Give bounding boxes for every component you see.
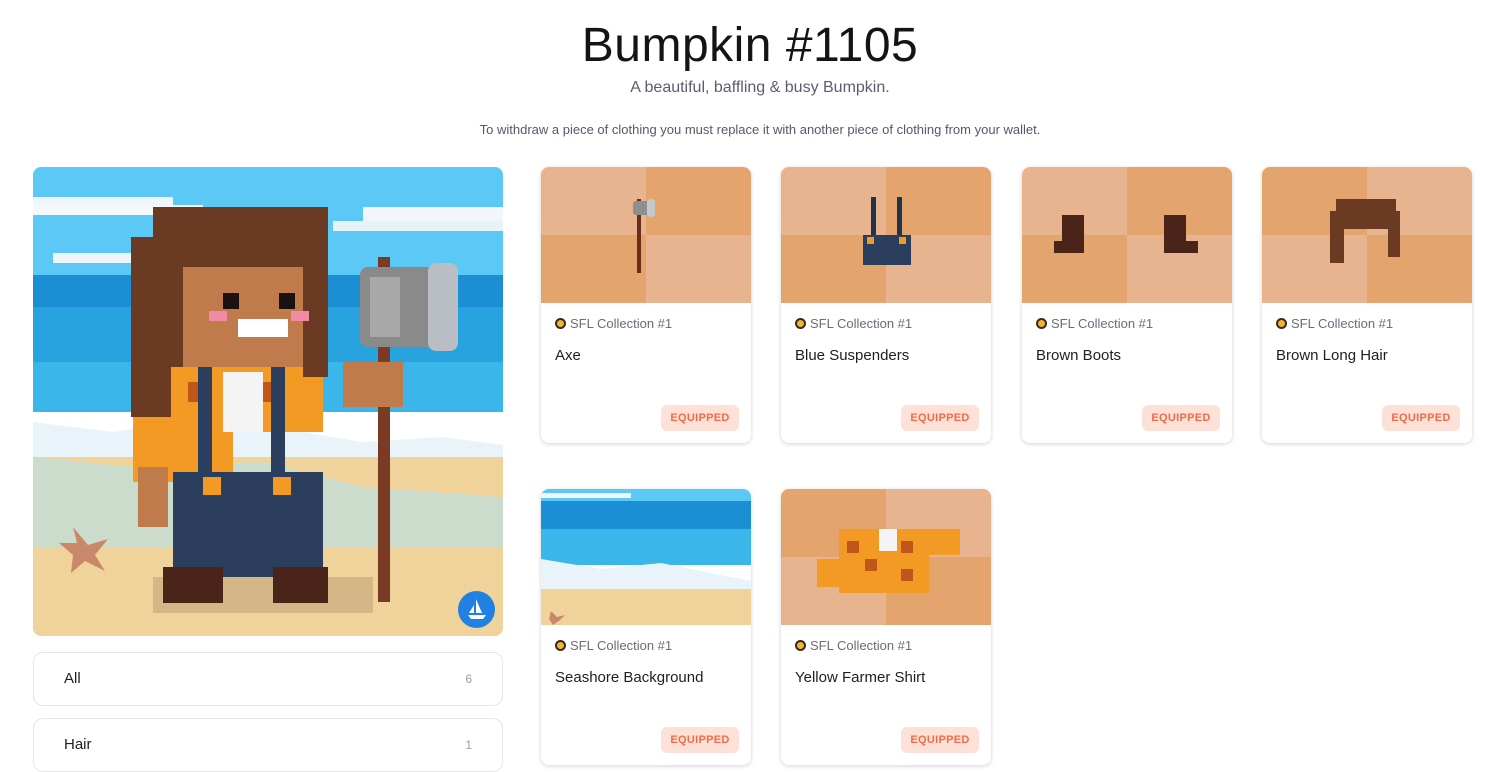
filter-label: All: [64, 670, 81, 687]
item-card-axe[interactable]: SFL Collection #1 Axe EQUIPPED: [541, 167, 751, 443]
equipped-badge: EQUIPPED: [1142, 405, 1220, 431]
shirt-icon: [781, 489, 991, 625]
filter-hair[interactable]: Hair 1: [33, 718, 503, 772]
page-title: Bumpkin #1105: [581, 19, 919, 72]
item-card-blue-suspenders[interactable]: SFL Collection #1 Blue Suspenders EQUIPP…: [781, 167, 991, 443]
equipped-badge: EQUIPPED: [901, 727, 979, 753]
sfl-coin-icon: [1276, 318, 1287, 329]
sfl-coin-icon: [1036, 318, 1047, 329]
hair-icon: [1262, 167, 1472, 303]
item-card-brown-boots[interactable]: SFL Collection #1 Brown Boots EQUIPPED: [1022, 167, 1232, 443]
item-card-brown-long-hair[interactable]: SFL Collection #1 Brown Long Hair EQUIPP…: [1262, 167, 1472, 443]
collection-label: SFL Collection #1: [795, 638, 912, 653]
withdraw-note: To withdraw a piece of clothing you must…: [479, 122, 1041, 137]
suspenders-icon: [781, 167, 991, 303]
sfl-coin-icon: [555, 640, 566, 651]
collection-label: SFL Collection #1: [795, 316, 912, 331]
filter-all[interactable]: All 6: [33, 652, 503, 706]
item-name: Axe: [555, 347, 581, 364]
item-name: Yellow Farmer Shirt: [795, 669, 926, 686]
equipped-badge: EQUIPPED: [901, 405, 979, 431]
boots-icon: [1022, 167, 1232, 303]
axe-icon: [541, 167, 751, 303]
equipped-badge: EQUIPPED: [661, 405, 739, 431]
bumpkin-image: [33, 167, 503, 636]
item-name: Seashore Background: [555, 669, 704, 686]
item-name: Brown Boots: [1036, 347, 1122, 364]
item-name: Blue Suspenders: [795, 347, 910, 364]
item-name: Brown Long Hair: [1276, 347, 1388, 364]
collection-label: SFL Collection #1: [1276, 316, 1393, 331]
sfl-coin-icon: [795, 318, 806, 329]
collection-label: SFL Collection #1: [1036, 316, 1153, 331]
collection-label: SFL Collection #1: [555, 316, 672, 331]
item-card-seashore-background[interactable]: SFL Collection #1 Seashore Background EQ…: [541, 489, 751, 765]
page-subtitle: A beautiful, baffling & busy Bumpkin.: [630, 79, 890, 96]
filter-label: Hair: [64, 736, 92, 753]
filter-count: 1: [465, 738, 472, 752]
filter-count: 6: [465, 672, 472, 686]
collection-label: SFL Collection #1: [555, 638, 672, 653]
seashore-icon: [541, 489, 751, 625]
sfl-coin-icon: [795, 640, 806, 651]
equipped-badge: EQUIPPED: [661, 727, 739, 753]
equipped-badge: EQUIPPED: [1382, 405, 1460, 431]
sfl-coin-icon: [555, 318, 566, 329]
item-card-yellow-farmer-shirt[interactable]: SFL Collection #1 Yellow Farmer Shirt EQ…: [781, 489, 991, 765]
opensea-icon[interactable]: [458, 591, 495, 628]
